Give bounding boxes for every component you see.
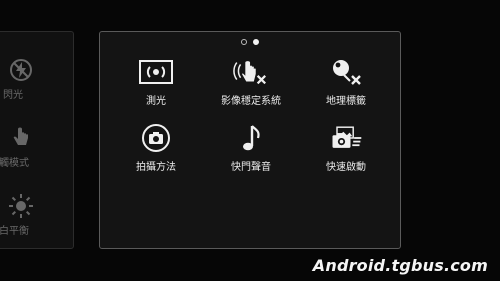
setting-quick-launch[interactable]: 快速啟動 (296, 123, 396, 181)
setting-geotag[interactable]: 地理標籤 (296, 57, 396, 115)
setting-shutter-sound[interactable]: 快門聲音 (201, 123, 301, 181)
quick-launch-icon (328, 123, 364, 153)
page-dot-active[interactable] (253, 39, 259, 45)
settings-panel: 測光 影像穩定系統 地理標籤 拍攝方法 快門聲音 快速啟動 (99, 31, 401, 249)
touch-icon (7, 124, 35, 152)
setting-label: 快門聲音 (231, 162, 271, 173)
page-dot[interactable] (241, 39, 247, 45)
setting-capture-method[interactable]: 拍攝方法 (106, 123, 206, 181)
setting-label: 快速啟動 (326, 162, 366, 173)
setting-label: 拍攝方法 (136, 162, 176, 173)
left-item-flash[interactable]: 閃光 (0, 56, 75, 112)
metering-icon (138, 57, 174, 87)
setting-image-stabilizer[interactable]: 影像穩定系統 (201, 57, 301, 115)
shutter-mode-icon (138, 123, 174, 153)
flash-off-icon (7, 56, 35, 84)
left-item-white-balance[interactable]: 白平衡 (0, 192, 75, 248)
left-item-label: 觸模式 (0, 158, 29, 169)
left-item-label: 閃光 (3, 90, 23, 101)
page-indicator[interactable] (100, 39, 400, 45)
shutter-sound-icon (233, 123, 269, 153)
setting-label: 測光 (146, 96, 166, 107)
left-item-label: 白平衡 (0, 226, 29, 237)
setting-metering[interactable]: 測光 (106, 57, 206, 115)
setting-label: 地理標籤 (326, 96, 366, 107)
watermark: Android.tgbus.com (312, 256, 488, 275)
sun-icon (7, 192, 35, 220)
stabilization-off-icon (233, 57, 269, 87)
left-settings-panel: 閃光 觸模式 白平衡 (0, 31, 74, 249)
setting-label: 影像穩定系統 (221, 96, 281, 107)
geotag-off-icon (328, 57, 364, 87)
left-item-touch[interactable]: 觸模式 (0, 124, 75, 180)
